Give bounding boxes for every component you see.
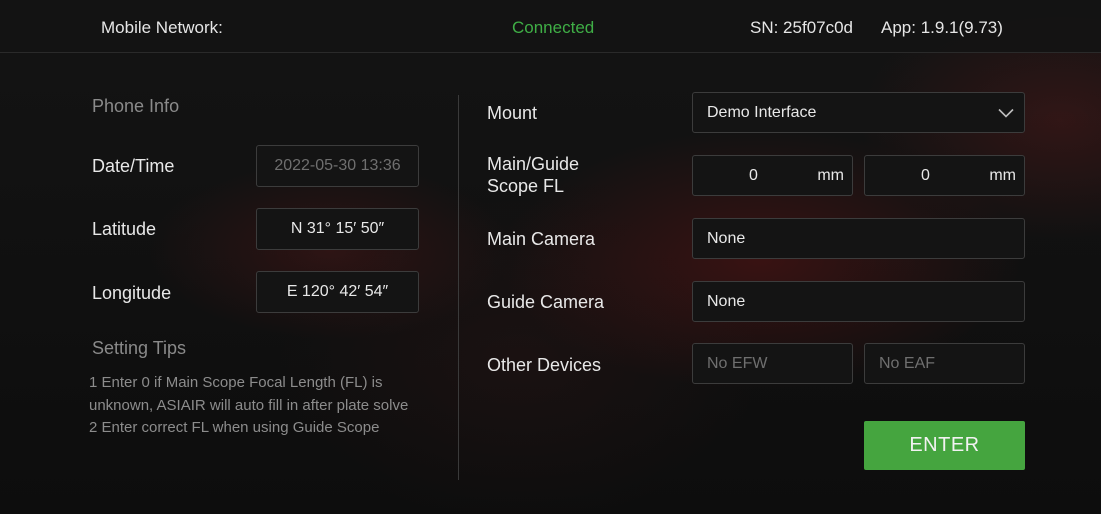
- mobile-network-label: Mobile Network:: [101, 18, 223, 37]
- main-scope-fl-input[interactable]: 0 mm: [692, 155, 853, 196]
- main-fl-unit: mm: [817, 166, 844, 184]
- longitude-label: Longitude: [92, 283, 172, 303]
- serial-number: SN: 25f07c0d: [750, 18, 854, 37]
- guide-camera-value: None: [707, 292, 746, 310]
- guide-fl-unit: mm: [989, 166, 1016, 184]
- mount-label: Mount: [487, 103, 538, 123]
- main-camera-select[interactable]: None: [692, 218, 1025, 259]
- latitude-value: N 31° 15′ 50″: [290, 220, 385, 237]
- scope-fl-label-line1: Main/Guide: [487, 154, 580, 174]
- chevron-down-icon: [998, 108, 1014, 118]
- longitude-field[interactable]: E 120° 42′ 54″: [256, 271, 419, 313]
- datetime-field: 2022-05-30 13:36: [256, 145, 419, 187]
- efw-value: No EFW: [707, 354, 768, 372]
- eaf-select[interactable]: No EAF: [864, 343, 1025, 384]
- mount-select[interactable]: Demo Interface: [692, 92, 1025, 133]
- datetime-label: Date/Time: [92, 156, 175, 176]
- app-version: App: 1.9.1(9.73): [881, 18, 1003, 37]
- connection-status: Connected: [512, 18, 595, 37]
- guide-camera-select[interactable]: None: [692, 281, 1025, 322]
- setup-screen: Mobile Network: Connected SN: 25f07c0d A…: [0, 0, 1101, 514]
- scope-fl-label-line2: Scope FL: [487, 176, 565, 196]
- other-devices-label: Other Devices: [487, 355, 602, 375]
- main-fl-value: 0: [749, 166, 758, 184]
- status-bar: Mobile Network: Connected SN: 25f07c0d A…: [0, 0, 1101, 53]
- setting-tips: 1 Enter 0 if Main Scope Focal Length (FL…: [89, 372, 449, 440]
- longitude-value: E 120° 42′ 54″: [286, 283, 389, 300]
- latitude-field[interactable]: N 31° 15′ 50″: [256, 208, 419, 250]
- phone-info-title: Phone Info: [92, 96, 180, 116]
- tip-2: 2 Enter correct FL when using Guide Scop…: [89, 419, 380, 436]
- guide-fl-value: 0: [921, 166, 930, 184]
- eaf-value: No EAF: [879, 354, 936, 372]
- setting-tips-title: Setting Tips: [92, 338, 187, 358]
- datetime-value: 2022-05-30 13:36: [274, 157, 401, 174]
- efw-select[interactable]: No EFW: [692, 343, 853, 384]
- column-divider: [458, 95, 459, 480]
- latitude-label: Latitude: [92, 219, 157, 239]
- guide-scope-fl-input[interactable]: 0 mm: [864, 155, 1025, 196]
- main-camera-label: Main Camera: [487, 229, 596, 249]
- main-camera-value: None: [707, 229, 746, 247]
- enter-button[interactable]: ENTER: [864, 421, 1025, 470]
- tip-1: 1 Enter 0 if Main Scope Focal Length (FL…: [89, 374, 409, 414]
- guide-camera-label: Guide Camera: [487, 292, 605, 312]
- mount-value: Demo Interface: [707, 103, 817, 121]
- scope-fl-label: Main/Guide Scope FL: [487, 153, 579, 197]
